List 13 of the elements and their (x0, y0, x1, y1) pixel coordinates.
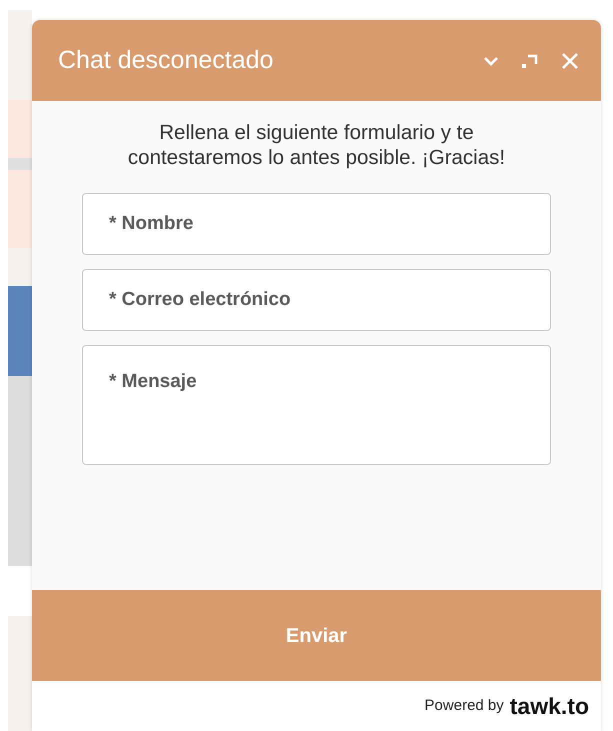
chat-title: Chat desconectado (58, 44, 274, 76)
close-icon (561, 52, 579, 70)
powered-by-text: Powered by (424, 696, 504, 716)
expand-icon (521, 52, 539, 68)
minimize-button[interactable] (483, 54, 499, 66)
input-field[interactable]: * Correo electrónico (82, 269, 551, 332)
chevron-down-icon (483, 54, 499, 66)
brand-link[interactable]: tawk.to (510, 688, 589, 724)
form-intro: Rellena el siguiente formulario y te contestaremos lo antes posible. ¡Gracias! (126, 121, 506, 170)
close-button[interactable] (561, 52, 579, 70)
input-field[interactable]: * Nombre (82, 193, 551, 256)
popout-button[interactable] (521, 52, 539, 68)
message-field[interactable]: * Mensaje (82, 345, 551, 466)
